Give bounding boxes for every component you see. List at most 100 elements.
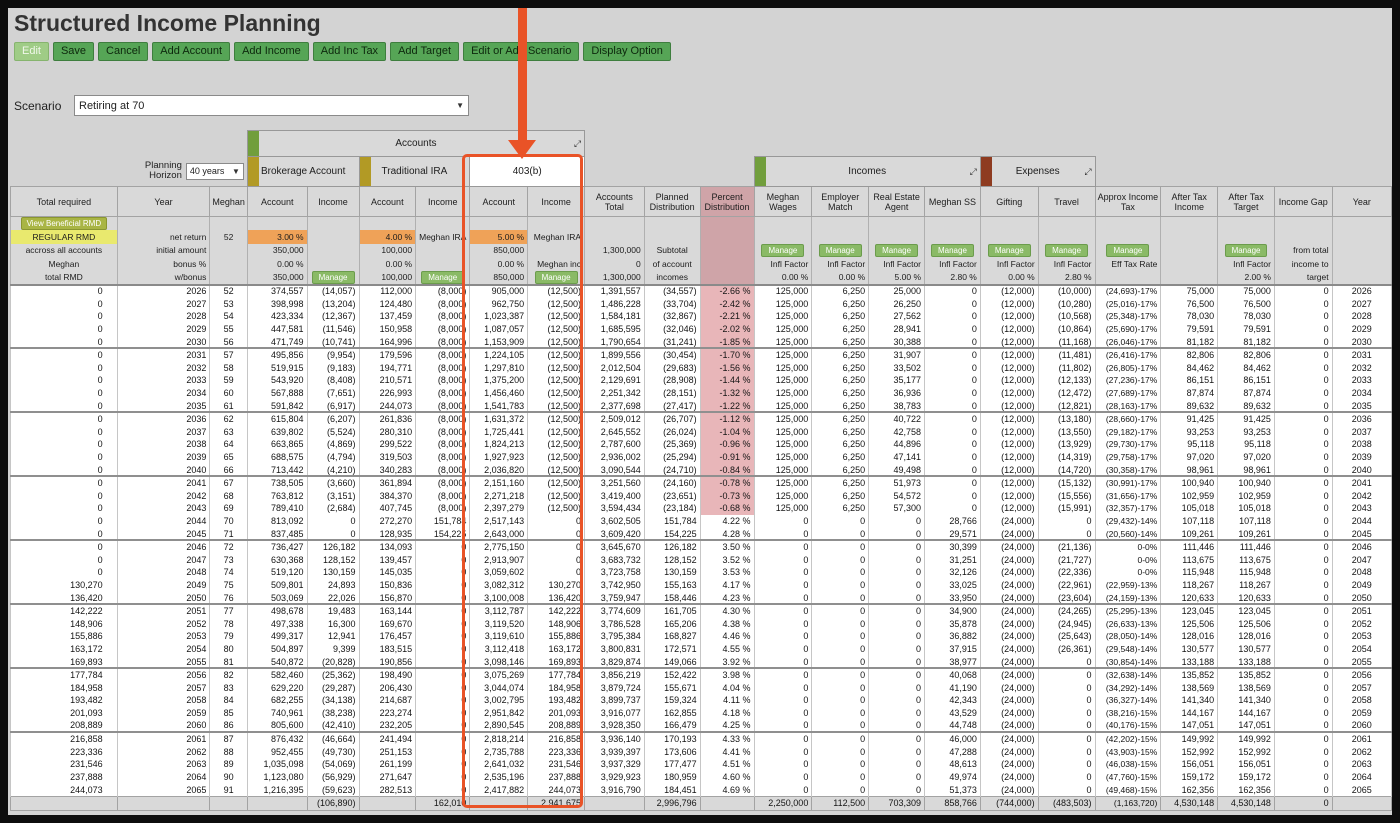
column-header-approx-income-tax-18: Approx Income Tax [1094,186,1162,217]
column-header-account-5: Account [358,186,417,217]
account-tab-brokerage-account[interactable]: Brokerage Account [246,156,360,187]
column-header-gifting-16: Gifting [979,186,1039,217]
view-beneficial-rmd-button[interactable]: View Beneficial RMD [20,217,108,230]
account-tab-traditional-ira[interactable]: Traditional IRA [358,156,471,187]
data-row: 0 2027 53 398,998 (13,204) 124,480 (8,000) 962,… [10,297,1393,311]
add-target-button[interactable]: Add Target [390,42,460,61]
data-row: 0 2041 67 738,505 (3,660) 361,894 (8,000) 2,151… [10,476,1393,490]
expand-icon[interactable]: ⤢ [1084,166,1091,177]
data-row: 237,888 2064 90 1,123,080 (56,929) 271,647 0 2,… [10,770,1393,784]
green-corner-marker [248,131,259,156]
data-row: 0 2039 65 688,575 (4,794) 319,503 (8,000) 1,927… [10,450,1393,464]
data-row: 223,336 2062 88 952,455 (49,730) 251,153 0 2,73… [10,745,1393,758]
column-header-travel-17: Travel [1037,186,1096,217]
data-row: 0 2048 74 519,120 130,159 145,035 0 3,059,602 0 3… [10,566,1393,579]
chevron-down-icon: ▼ [456,101,464,110]
add-account-button[interactable]: Add Account [152,42,231,61]
planning-horizon-select[interactable]: 40 years ▼ [185,162,244,180]
data-row: 169,893 2055 81 540,872 (20,828) 190,856 0 3,09… [10,655,1393,670]
manage-button[interactable]: Manage [311,270,355,283]
manage-button[interactable]: Manage [421,270,465,283]
account-tab-label: 403(b) [512,166,542,177]
rate-cell[interactable]: 3.00 % [246,230,308,244]
data-row: 0 2045 71 837,485 0 128,935 154,225 2,643,000 0 3… [10,527,1393,542]
data-row: 155,886 2053 79 499,317 12,941 176,457 0 3,119,… [10,630,1393,643]
manage-button[interactable]: Manage [1045,243,1089,257]
data-row: 184,958 2057 83 629,220 (29,287) 206,430 0 3,04… [10,681,1393,694]
tabs-row: Planning Horizon 40 years ▼ Brokerage Accou… [10,156,1392,187]
manage-button[interactable]: Manage [534,270,578,283]
column-header-after-tax-target-20: After Tax Target [1217,186,1275,217]
column-header-employer-match-13: Employer Match [811,186,870,217]
column-header-planned-distribution-10: Planned Distribution [643,186,701,217]
data-row: 177,784 2056 82 582,460 (25,362) 198,490 0 3,07… [10,668,1393,682]
bonus-pct-row: Meghan bonus % 0.00 % 0.00 % 0.00 % Meghan in… [10,257,1393,271]
net-return-row: REGULAR RMD net return 52 3.00 % 4.00 % Megha… [10,230,1393,244]
data-row: 0 2034 60 567,888 (7,651) 226,993 (8,000) 1,456… [10,386,1393,400]
data-row: 0 2042 68 763,812 (3,151) 384,370 (8,000) 2,271… [10,489,1393,503]
column-header-year-1: Year [116,186,211,217]
manage-button[interactable]: Manage [761,243,805,257]
display-option-button[interactable]: Display Option [583,42,671,61]
column-header-after-tax-income-19: After Tax Income [1160,186,1219,217]
data-row: 0 2040 66 713,442 (4,210) 340,283 (8,000) 2,036… [10,463,1393,478]
add-inc-tax-button[interactable]: Add Inc Tax [312,42,387,61]
cancel-button[interactable]: Cancel [98,42,149,61]
accounts-group-header[interactable]: Accounts ⤢ [246,130,586,157]
expand-icon[interactable]: ⤢ [574,138,581,149]
column-header-accounts-total-9: Accounts Total [584,186,645,217]
add-income-button[interactable]: Add Income [234,42,309,61]
data-row: 0 2036 62 615,804 (6,207) 261,836 (8,000) 1,631… [10,412,1393,426]
planning-horizon-label: Planning Horizon [144,160,182,182]
column-header-meghan-2: Meghan [209,186,248,217]
data-row: 0 2026 52 374,557 (14,057) 112,000 (8,000) 905,… [10,284,1393,298]
totals-row: (106,890) 162,010 2,941,675 2,996,796 2,250,… [10,795,1393,811]
column-header-total-required-0: Total required [10,186,118,217]
data-row: 0 2037 63 639,802 (5,524) 280,310 (8,000) 1,725… [10,425,1393,439]
scenario-select[interactable]: Retiring at 70 ▼ [74,95,469,116]
expenses-group-header[interactable]: Expenses ⤢ [979,156,1096,187]
column-header-income-6: Income [415,186,471,217]
account-tab-403-b[interactable]: 403(b) [469,156,586,187]
data-row: 130,270 2049 75 509,801 24,893 150,836 0 3,082,… [10,578,1393,592]
column-header-account-7: Account [469,186,529,217]
rate-cell[interactable]: 5.00 % [469,230,529,244]
column-header-account-3: Account [246,186,308,217]
spacer [1095,156,1392,187]
column-header-meghan-wages-12: Meghan Wages [753,186,813,217]
data-row: 0 2035 61 591,842 (6,917) 244,073 (8,000) 1,541… [10,399,1393,414]
manage-button[interactable]: Manage [1106,243,1150,257]
data-row: 244,073 2065 91 1,216,395 (59,623) 282,513 0 2,… [10,783,1393,797]
initial-amount-row: accross all accounts initial amount 350,00… [10,243,1393,257]
manage-button[interactable]: Manage [930,243,974,257]
save-button[interactable]: Save [52,42,95,61]
edit-or-add-scenario-button[interactable]: Edit or Add Scenario [463,42,580,61]
planning-table: Accounts ⤢ Planning Horizon 40 years ▼ Broker… [10,130,1393,811]
column-header-percent-distribution-11: Percent Distribution [699,186,755,217]
rate-cell[interactable]: 4.00 % [358,230,417,244]
column-header-real-estate-agent-14: Real Estate Agent [868,186,926,217]
expand-icon[interactable]: ⤢ [970,166,977,177]
manage-button[interactable]: Manage [1224,243,1268,257]
edit-button[interactable]: Edit [14,42,49,61]
planning-horizon-value: 40 years [189,166,225,177]
manage-button[interactable]: Manage [987,243,1031,257]
manage-button[interactable]: Manage [875,243,919,257]
data-row: 0 2030 56 471,749 (10,741) 164,996 (8,000) 1,15… [10,335,1393,350]
group-label: Accounts [395,138,437,149]
incomes-group-header[interactable]: Incomes ⤢ [753,156,981,187]
olive-corner-marker [360,157,371,186]
manage-button[interactable]: Manage [818,243,862,257]
scenario-value: Retiring at 70 [79,99,145,112]
spacer [584,156,755,187]
data-row: 0 2044 70 813,092 0 272,270 151,784 2,517,143 0 3… [10,514,1393,528]
data-row: 0 2028 54 423,334 (12,367) 137,459 (8,000) 1,02… [10,310,1393,323]
annotation-arrow [518,8,527,140]
data-row: 0 2047 73 630,368 128,152 139,457 0 2,913,907 0 3… [10,553,1393,567]
page-title: Structured Income Planning [14,10,321,36]
accounts-group-row: Accounts ⤢ [10,130,1392,157]
data-row: 201,093 2059 85 740,961 (38,238) 223,274 0 2,95… [10,706,1393,720]
planning-horizon-cell: Planning Horizon 40 years ▼ [117,156,248,187]
data-row: 0 2038 64 663,865 (4,869) 299,522 (8,000) 1,824… [10,438,1393,451]
data-row: 231,546 2063 89 1,035,098 (54,069) 261,199 0 2,… [10,757,1393,771]
